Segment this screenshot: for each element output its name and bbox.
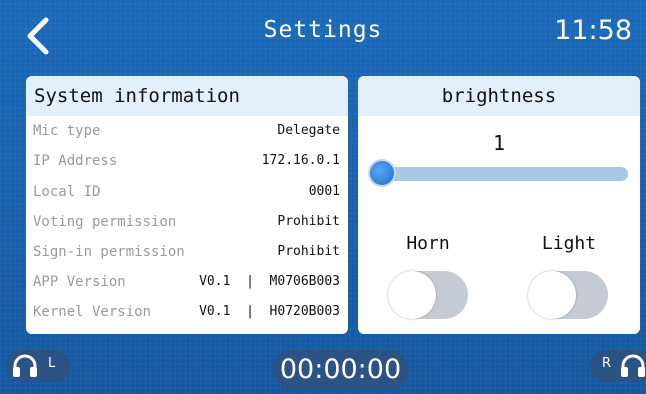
info-label: APP Version: [33, 274, 126, 290]
light-toggle-knob: [528, 271, 576, 319]
info-value: 0001: [308, 184, 340, 199]
horn-toggle[interactable]: [388, 271, 468, 319]
info-value: 172.16.0.1: [261, 153, 340, 168]
info-value: Delegate: [277, 123, 340, 138]
light-toggle[interactable]: [528, 271, 608, 319]
info-row-mic-type: Mic type Delegate: [26, 123, 348, 145]
info-value: Prohibit: [277, 214, 340, 229]
info-value: Prohibit: [277, 244, 340, 259]
top-bar: Settings 11:58: [0, 0, 646, 70]
info-label: Voting permission: [33, 214, 177, 230]
info-label: Local ID: [33, 184, 101, 200]
info-row-app-version: APP Version V0.1 | M0706B003: [26, 274, 348, 296]
info-label: Sign-in permission: [33, 244, 185, 260]
info-row-ip-address: IP Address 172.16.0.1: [26, 153, 348, 175]
headphones-icon: [13, 354, 37, 377]
info-row-voting-permission: Voting permission Prohibit: [26, 214, 348, 236]
brightness-slider-thumb[interactable]: [368, 159, 396, 187]
headphones-icon: [621, 354, 645, 377]
light-label: Light: [541, 233, 597, 254]
brightness-panel: brightness 1 Horn Light: [358, 76, 640, 334]
horn-label: Horn: [406, 233, 450, 254]
brightness-value: 1: [492, 131, 506, 155]
page-title: Settings: [263, 17, 383, 43]
system-info-panel: System information Mic type Delegate IP …: [26, 76, 348, 334]
info-row-sign-in-permission: Sign-in permission Prohibit: [26, 244, 348, 266]
info-label: Mic type: [33, 123, 101, 139]
clock: 11:58: [554, 15, 632, 46]
left-headphone-button[interactable]: L: [6, 350, 70, 382]
info-value: V0.1 | M0706B003: [199, 274, 340, 289]
info-row-local-id: Local ID 0001: [26, 184, 348, 206]
info-row-kernel-version: Kernel Version V0.1 | H0720B003: [26, 304, 348, 326]
info-label: Kernel Version: [33, 304, 152, 320]
left-channel-label: L: [48, 356, 56, 371]
brightness-slider-track[interactable]: [372, 167, 628, 181]
right-channel-label: R: [602, 356, 612, 371]
session-timer: 00:00:00: [273, 350, 408, 390]
system-info-heading: System information: [26, 76, 348, 116]
brightness-heading: brightness: [358, 76, 640, 116]
right-headphone-button[interactable]: R: [590, 350, 646, 382]
info-label: IP Address: [33, 153, 118, 169]
info-value: V0.1 | H0720B003: [199, 304, 340, 319]
horn-toggle-knob: [388, 271, 436, 319]
